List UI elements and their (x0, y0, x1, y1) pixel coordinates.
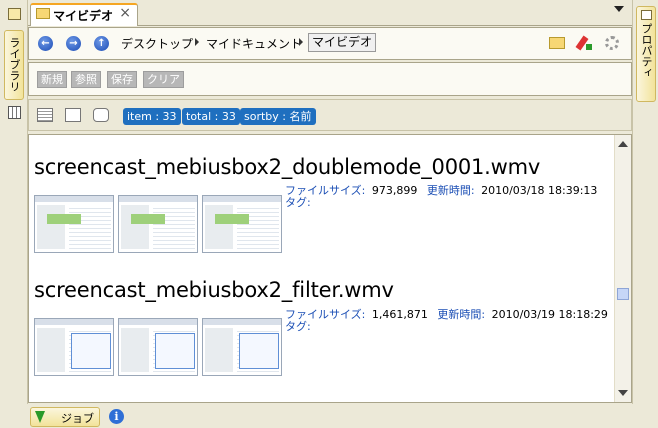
list-view-icon[interactable] (37, 108, 53, 122)
property-tab-label: プロパティ (640, 23, 653, 78)
save-button[interactable]: 保存 (107, 71, 137, 88)
right-sidebar: プロパティ (632, 0, 658, 404)
tab-label: マイビデオ (53, 9, 114, 23)
mtime-value: 2010/03/18 18:39:13 (481, 184, 598, 197)
breadcrumb-separator-icon (299, 38, 303, 46)
tab-bar: マイビデオ × (28, 0, 632, 26)
clear-button[interactable]: クリア (143, 71, 184, 88)
tag-label: タグ: (285, 320, 311, 333)
edit-icon[interactable] (65, 108, 81, 122)
chevron-down-icon[interactable] (614, 6, 624, 12)
thumbnail[interactable] (118, 318, 198, 376)
view-toolbar: item : 33 total : 33 sortby : 名前 (28, 99, 632, 131)
scroll-up-icon[interactable] (618, 141, 628, 147)
thumbnail[interactable] (118, 195, 198, 253)
grid-icon[interactable] (8, 106, 21, 119)
property-tab[interactable]: プロパティ (636, 6, 656, 102)
add-bookmark-icon[interactable] (575, 34, 592, 52)
file-name: screencast_mebiusbox2_filter.wmv (34, 278, 394, 302)
breadcrumb-desktop[interactable]: デスクトップ (121, 35, 193, 52)
navigation-bar: ← → ↑ デスクトップ マイドキュメント マイビデオ (28, 27, 632, 60)
folder-icon (36, 8, 50, 19)
edit-toolbar: 新規 参照 保存 クリア (28, 62, 632, 96)
mtime-label: 更新時間: (426, 184, 475, 197)
gear-icon[interactable] (605, 36, 619, 50)
comment-icon[interactable] (93, 108, 109, 122)
tab-my-video[interactable]: マイビデオ × (30, 3, 138, 26)
thumbnail[interactable] (34, 195, 114, 253)
thumbnail[interactable] (202, 195, 282, 253)
file-name: screencast_mebiusbox2_doublemode_0001.wm… (34, 155, 541, 179)
status-bar: ジョブ i (28, 405, 632, 428)
breadcrumb-my-documents[interactable]: マイドキュメント (206, 35, 302, 52)
scroll-thumb[interactable] (617, 288, 629, 300)
property-icon (641, 10, 652, 20)
thumbnail[interactable] (34, 318, 114, 376)
size-value: 973,899 (371, 184, 418, 197)
breadcrumb-my-video[interactable]: マイビデオ (308, 33, 377, 52)
job-tab[interactable]: ジョブ (30, 407, 100, 427)
library-tab-label: ライブラリ (8, 37, 21, 92)
item-count-badge: item : 33 (123, 108, 181, 125)
sortby-badge[interactable]: sortby : 名前 (240, 108, 316, 125)
download-icon (35, 411, 45, 423)
left-sidebar: ライブラリ (0, 0, 28, 404)
new-button[interactable]: 新規 (37, 71, 67, 88)
tag-label: タグ: (285, 196, 311, 209)
size-value: 1,461,871 (371, 308, 428, 321)
job-label: ジョブ (61, 412, 94, 425)
mtime-label: 更新時間: (437, 308, 486, 321)
library-tab[interactable]: ライブラリ (4, 30, 24, 100)
forward-button[interactable]: → (66, 36, 81, 51)
back-button[interactable]: ← (38, 36, 53, 51)
breadcrumb-separator-icon (195, 38, 199, 46)
mtime-value: 2010/03/19 18:18:29 (491, 308, 608, 321)
file-meta: ファイルサイズ: 973,899 更新時間: 2010/03/18 18:39:… (285, 182, 597, 198)
scroll-down-icon[interactable] (618, 390, 628, 396)
open-folder-icon[interactable] (549, 37, 565, 49)
vertical-scrollbar[interactable] (614, 135, 631, 402)
thumbnail[interactable] (202, 318, 282, 376)
info-icon[interactable]: i (109, 409, 124, 424)
total-count-badge: total : 33 (182, 108, 240, 125)
sidebar-top-icon[interactable] (8, 8, 21, 20)
close-icon[interactable]: × (119, 5, 131, 21)
reference-button[interactable]: 参照 (71, 71, 101, 88)
up-button[interactable]: ↑ (94, 36, 109, 51)
file-list: screencast_mebiusbox2_doublemode_0001.wm… (28, 134, 632, 403)
file-meta: ファイルサイズ: 1,461,871 更新時間: 2010/03/19 18:1… (285, 306, 608, 322)
